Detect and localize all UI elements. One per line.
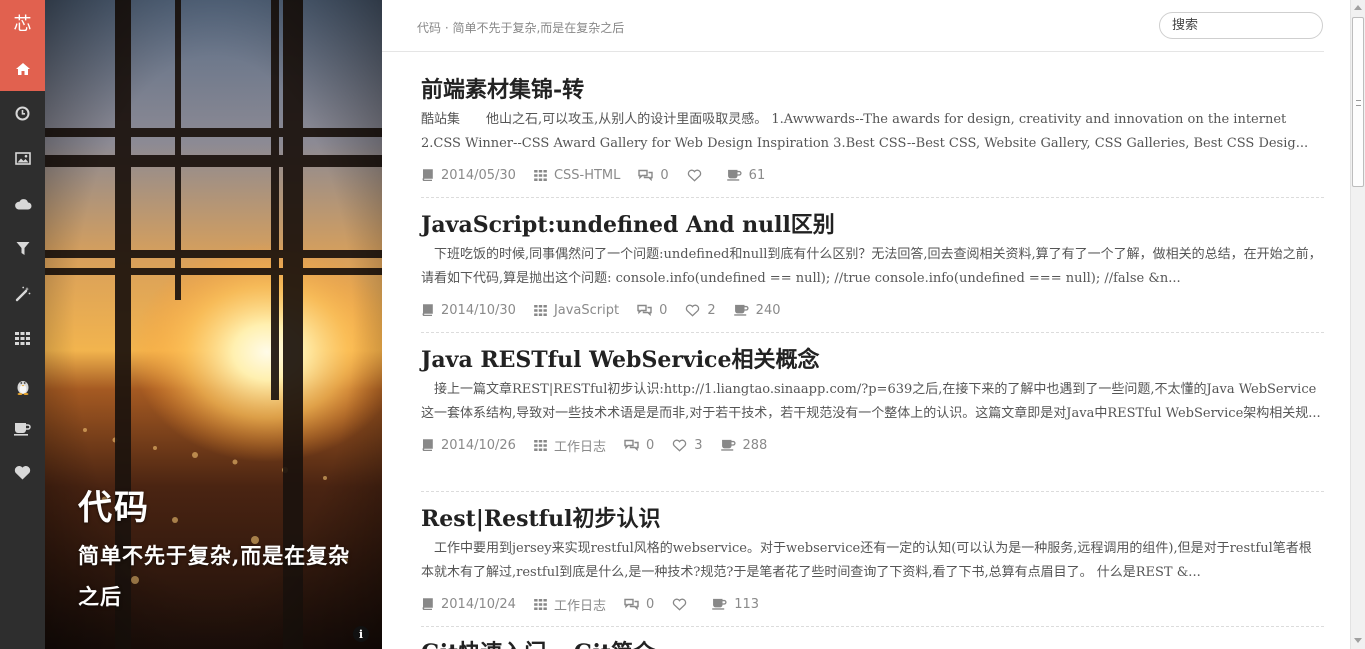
heart-icon bbox=[14, 465, 31, 480]
scroll-up-icon[interactable] bbox=[1354, 5, 1362, 10]
home-icon bbox=[15, 62, 30, 75]
post-item: Git快速入门---Git简介 bbox=[421, 638, 1324, 649]
nav-item-cloud[interactable] bbox=[0, 181, 45, 226]
post-likes[interactable]: 3 bbox=[672, 438, 703, 453]
post-title[interactable]: JavaScript:undefined And null区别 bbox=[421, 210, 1324, 240]
post-title[interactable]: Java RESTful WebService相关概念 bbox=[421, 345, 1324, 375]
post-category[interactable]: JavaScript bbox=[534, 303, 619, 318]
post-views: 240 bbox=[733, 303, 781, 318]
post-category[interactable]: 工作日志 bbox=[534, 436, 606, 455]
nav-item-archive[interactable] bbox=[0, 91, 45, 136]
filter-icon bbox=[16, 242, 29, 255]
info-icon[interactable]: i bbox=[353, 626, 369, 642]
post-meta: 2014/10/24 工作日志 0 113 bbox=[421, 591, 1324, 617]
post-comments[interactable]: 0 bbox=[624, 597, 654, 612]
nav-item-apps[interactable] bbox=[0, 316, 45, 361]
penguin-icon bbox=[17, 381, 28, 395]
coffee-icon bbox=[733, 304, 749, 316]
post-date: 2014/05/30 bbox=[421, 168, 516, 183]
post-views: 61 bbox=[726, 168, 765, 183]
nav-item-gallery[interactable] bbox=[0, 136, 45, 181]
scroll-thumb[interactable] bbox=[1352, 17, 1364, 187]
heart-outline-icon bbox=[673, 598, 687, 611]
post-item: JavaScript:undefined And null区别 下班吃饭的时候,… bbox=[421, 210, 1324, 333]
hero-subtitle: 简单不先于复杂,而是在复杂之后 bbox=[78, 543, 351, 609]
comments-icon bbox=[624, 598, 639, 610]
book-icon bbox=[422, 304, 433, 316]
post-excerpt: 下班吃饭的时候,同事偶然问了一个问题:undefined和null到底有什么区别… bbox=[421, 247, 1322, 286]
post-title[interactable]: Git快速入门---Git简介 bbox=[421, 638, 1324, 649]
nav-item-home[interactable] bbox=[0, 46, 45, 91]
main-content: 代码 · 简单不先于复杂,而是在复杂之后 前端素材集锦-转 酷站集 他山之石,可… bbox=[382, 0, 1350, 649]
post-date: 2014/10/26 bbox=[421, 438, 516, 453]
nav-item-magic[interactable] bbox=[0, 271, 45, 316]
post-comments[interactable]: 0 bbox=[638, 168, 669, 183]
grid-icon bbox=[534, 439, 547, 451]
nav-item-filter[interactable] bbox=[0, 226, 45, 271]
book-icon bbox=[422, 439, 433, 451]
magic-wand-icon bbox=[15, 286, 30, 301]
post-views: 113 bbox=[712, 597, 759, 612]
grid-icon bbox=[534, 598, 547, 610]
picture-icon bbox=[14, 152, 31, 165]
grid-icon bbox=[534, 304, 547, 316]
grid-icon bbox=[15, 332, 30, 345]
brand-glyph: 芯 bbox=[13, 14, 32, 35]
comments-icon bbox=[638, 169, 654, 181]
breadcrumb: 代码 · 简单不先于复杂,而是在复杂之后 bbox=[417, 21, 625, 35]
grid-icon bbox=[534, 169, 547, 181]
post-views: 288 bbox=[720, 438, 767, 453]
nav-item-favorites[interactable] bbox=[0, 450, 45, 495]
post-likes[interactable] bbox=[687, 169, 709, 182]
cloud-icon bbox=[14, 198, 31, 209]
page-scrollbar[interactable] bbox=[1350, 0, 1365, 649]
grip-icon bbox=[1356, 100, 1361, 106]
post-meta: 2014/10/30 JavaScript 0 2 240 bbox=[421, 297, 1324, 323]
icon-sidebar: 芯 bbox=[0, 0, 45, 649]
brand-logo[interactable]: 芯 bbox=[0, 0, 45, 46]
comments-icon bbox=[637, 304, 652, 316]
post-title[interactable]: 前端素材集锦-转 bbox=[421, 75, 1324, 105]
post-item: Rest|Restful初步认识 工作中要用到jersey来实现restful风… bbox=[421, 504, 1324, 627]
clock-icon bbox=[15, 106, 30, 121]
coffee-icon bbox=[14, 422, 31, 436]
post-category[interactable]: CSS-HTML bbox=[534, 168, 620, 183]
book-icon bbox=[422, 598, 433, 610]
post-meta: 2014/05/30 CSS-HTML 0 61 bbox=[421, 162, 1324, 188]
heart-outline-icon bbox=[686, 304, 700, 317]
comments-icon bbox=[624, 439, 639, 451]
heart-outline-icon bbox=[687, 169, 701, 182]
coffee-icon bbox=[712, 598, 727, 610]
nav-item-coffee[interactable] bbox=[0, 406, 45, 451]
hero-panel: 代码 简单不先于复杂,而是在复杂之后 i bbox=[45, 0, 382, 649]
coffee-icon bbox=[726, 169, 742, 181]
post-item: 前端素材集锦-转 酷站集 他山之石,可以攻玉,从别人的设计里面吸取灵感。 1.A… bbox=[421, 75, 1324, 198]
coffee-icon bbox=[720, 439, 736, 451]
post-item: Java RESTful WebService相关概念 接上一篇文章REST|R… bbox=[421, 345, 1324, 492]
post-comments[interactable]: 0 bbox=[637, 303, 667, 318]
post-excerpt: 酷站集 他山之石,可以攻玉,从别人的设计里面吸取灵感。 1.Awwwards--… bbox=[421, 112, 1309, 151]
search-input[interactable] bbox=[1159, 12, 1323, 39]
post-date: 2014/10/30 bbox=[421, 303, 516, 318]
post-excerpt: 接上一篇文章REST|RESTful初步认识:http://1.liangtao… bbox=[421, 382, 1321, 421]
heart-outline-icon bbox=[673, 439, 687, 452]
book-icon bbox=[422, 169, 433, 181]
post-meta: 2014/10/26 工作日志 0 3 288 bbox=[421, 432, 1324, 458]
scroll-down-icon[interactable] bbox=[1354, 638, 1362, 643]
post-title[interactable]: Rest|Restful初步认识 bbox=[421, 504, 1324, 534]
nav-item-tux[interactable] bbox=[0, 364, 45, 409]
post-excerpt: 工作中要用到jersey来实现restful风格的webservice。对于we… bbox=[421, 541, 1312, 580]
hero-title: 代码 bbox=[78, 488, 150, 528]
post-category[interactable]: 工作日志 bbox=[534, 595, 606, 614]
post-likes[interactable]: 2 bbox=[685, 303, 716, 318]
post-comments[interactable]: 0 bbox=[624, 438, 654, 453]
post-date: 2014/10/24 bbox=[421, 597, 516, 612]
post-likes[interactable] bbox=[672, 598, 694, 611]
top-bar: 代码 · 简单不先于复杂,而是在复杂之后 bbox=[382, 0, 1324, 52]
